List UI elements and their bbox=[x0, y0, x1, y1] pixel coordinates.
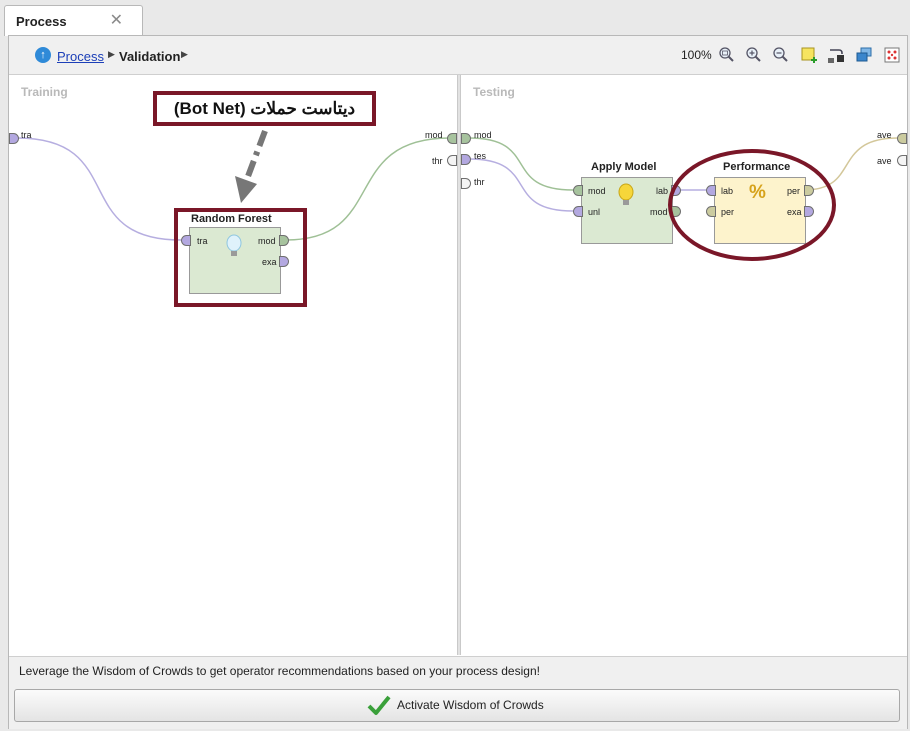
am-input-port-mod[interactable] bbox=[573, 185, 583, 196]
close-icon[interactable]: ✕ bbox=[110, 10, 123, 30]
wisdom-of-crowds-message: Leverage the Wisdom of Crowds to get ope… bbox=[19, 664, 540, 678]
activate-wisdom-of-crowds-button[interactable]: Activate Wisdom of Crowds bbox=[14, 689, 900, 722]
apply-model-title: Apply Model bbox=[591, 161, 657, 173]
dataset-annotation-text: (Bot Net) ديتاست حملات bbox=[173, 99, 356, 118]
testing-port-label-mod: mod bbox=[474, 130, 492, 140]
process-tab-label: Process bbox=[16, 14, 67, 29]
performance-highlight-ring bbox=[668, 149, 836, 261]
breadcrumb-validation[interactable]: Validation bbox=[119, 49, 180, 64]
up-arrow-icon[interactable]: ↑ bbox=[35, 47, 51, 63]
add-note-icon[interactable] bbox=[800, 46, 818, 64]
zoom-in-icon[interactable] bbox=[744, 46, 762, 64]
testing-port-label-thr: thr bbox=[474, 177, 485, 187]
zoom-out-icon[interactable] bbox=[771, 46, 789, 64]
annotation-arrow-icon bbox=[235, 129, 268, 203]
lightbulb-icon bbox=[618, 183, 634, 205]
dataset-annotation: (Bot Net) ديتاست حملات bbox=[153, 91, 376, 126]
am-port-label-unl: unl bbox=[588, 207, 601, 217]
auto-arrange-icon[interactable] bbox=[883, 46, 901, 64]
breadcrumb-separator-icon: ▶ bbox=[108, 49, 115, 59]
testing-output-port-ave-1[interactable] bbox=[897, 133, 907, 144]
breadcrumb-expand-icon[interactable]: ▶ bbox=[181, 49, 188, 60]
testing-port-label-ave-1: ave bbox=[877, 130, 892, 140]
zoom-level: 100% bbox=[681, 48, 712, 62]
testing-canvas[interactable]: Testing mod tes thr ave ave Apply Model … bbox=[461, 75, 907, 655]
wisdom-of-crowds-bar: Leverage the Wisdom of Crowds to get ope… bbox=[9, 656, 907, 729]
process-panel: ↑ Process ▶ Validation ▶ 100% Training t… bbox=[8, 35, 908, 729]
layers-icon[interactable] bbox=[855, 46, 873, 64]
am-port-label-mod: mod bbox=[588, 186, 606, 196]
auto-wire-icon[interactable] bbox=[827, 46, 845, 64]
checkmark-icon bbox=[367, 695, 391, 715]
process-tab[interactable]: Process ✕ bbox=[4, 5, 143, 36]
breadcrumb-process-link[interactable]: Process bbox=[57, 49, 104, 64]
testing-connections bbox=[468, 137, 899, 212]
activate-wisdom-of-crowds-label: Activate Wisdom of Crowds bbox=[397, 698, 544, 712]
process-toolbar: ↑ Process ▶ Validation ▶ 100% bbox=[9, 36, 907, 75]
training-canvas[interactable]: Training tra mod thr Random Forest tra m… bbox=[9, 75, 457, 655]
testing-output-port-ave-2[interactable] bbox=[897, 155, 907, 166]
testing-port-label-tes: tes bbox=[474, 151, 487, 161]
am-port-label-mod-out: mod bbox=[650, 207, 668, 217]
testing-port-label-ave-2: ave bbox=[877, 156, 892, 166]
apply-model-operator[interactable]: mod unl lab mod bbox=[581, 177, 673, 244]
zoom-fit-icon[interactable] bbox=[717, 46, 735, 64]
am-port-label-lab: lab bbox=[656, 186, 669, 196]
am-input-port-unl[interactable] bbox=[573, 206, 583, 217]
